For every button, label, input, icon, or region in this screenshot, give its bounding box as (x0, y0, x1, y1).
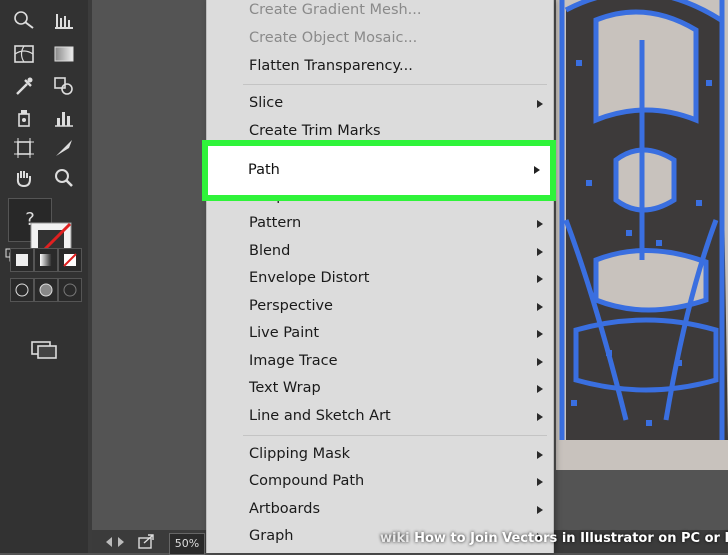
submenu-arrow-icon (537, 303, 543, 311)
menu-item-path[interactable]: Path (202, 140, 556, 201)
menu-item-clipping-mask[interactable]: Clipping Mask (207, 442, 553, 469)
submenu-arrow-icon (537, 413, 543, 421)
menu-item-label: Artboards (249, 501, 320, 517)
submenu-arrow-icon (537, 451, 543, 459)
menu-item-label: Slice (249, 95, 284, 111)
submenu-arrow-icon (537, 248, 543, 256)
submenu-arrow-icon (537, 478, 543, 486)
artboard-nav-icon[interactable] (104, 534, 126, 548)
menu-item-label: Envelope Distort (249, 270, 370, 286)
shape-builder-icon[interactable] (10, 6, 38, 34)
menu-separator (243, 435, 547, 436)
artboard-artwork[interactable] (556, 0, 728, 470)
menu-separator (243, 84, 547, 85)
menu-item-image-trace[interactable]: Image Trace (207, 349, 553, 376)
blend-icon[interactable] (50, 72, 78, 100)
menu-item-label: Compound Path (249, 473, 365, 489)
eyedropper-icon[interactable] (10, 72, 38, 100)
column-graph-icon[interactable] (50, 104, 78, 132)
submenu-arrow-icon (537, 100, 543, 108)
menu-item-label: Blend (249, 243, 291, 259)
artboard-icon[interactable] (10, 134, 38, 162)
color-mode-row (8, 248, 88, 272)
watermark-title: How to Join Vectors in Illustrator on PC… (414, 531, 728, 546)
submenu-arrow-icon (537, 275, 543, 283)
menu-item-blend[interactable]: Blend (207, 239, 553, 266)
draw-mode-row (8, 278, 88, 302)
menu-item-compound-path[interactable]: Compound Path (207, 469, 553, 496)
submenu-arrow-icon (537, 358, 543, 366)
menu-item-label: Text Wrap (249, 380, 321, 396)
watermark: wiki How to Join Vectors in Illustrator … (380, 531, 728, 553)
draw-behind-icon[interactable] (34, 278, 58, 302)
menu-item-pattern[interactable]: Pattern (207, 211, 553, 238)
menu-item-label: Create Gradient Mesh... (249, 2, 422, 18)
menu-item-label: Live Paint (249, 325, 320, 341)
mesh-icon[interactable] (10, 40, 38, 68)
watermark-wiki: wiki (380, 531, 410, 546)
submenu-arrow-icon (534, 166, 540, 174)
menu-item-live-paint[interactable]: Live Paint (207, 321, 553, 348)
menu-item-label: Perspective (249, 298, 333, 314)
menu-item-create-object-mosaic: Create Object Mosaic... (207, 26, 553, 53)
menu-item-label: Line and Sketch Art (249, 408, 391, 424)
menu-item-create-gradient-mesh: Create Gradient Mesh... (207, 0, 553, 25)
zoom-level[interactable]: 50% (169, 533, 205, 555)
menu-item-perspective[interactable]: Perspective (207, 294, 553, 321)
submenu-arrow-icon (537, 506, 543, 514)
object-menu: Create Gradient Mesh... Create Object Mo… (206, 0, 554, 553)
gradient-mode-button[interactable] (34, 248, 58, 272)
slice-icon[interactable] (50, 134, 78, 162)
menu-item-text-wrap[interactable]: Text Wrap (207, 376, 553, 403)
menu-item-label: Graph (249, 528, 294, 544)
screen-mode-icon[interactable] (28, 336, 60, 364)
menu-item-label: Image Trace (249, 353, 338, 369)
chart-icon[interactable] (50, 6, 78, 34)
draw-normal-icon[interactable] (10, 278, 34, 302)
draw-inside-icon[interactable] (58, 278, 82, 302)
menu-item-label: Create Object Mosaic... (249, 30, 418, 46)
gradient-icon[interactable] (50, 40, 78, 68)
menu-item-envelope-distort[interactable]: Envelope Distort (207, 266, 553, 293)
menu-item-label: Path (248, 162, 280, 178)
menu-item-slice[interactable]: Slice (207, 91, 553, 118)
zoom-icon[interactable] (50, 164, 78, 192)
menu-item-line-and-sketch-art[interactable]: Line and Sketch Art (207, 404, 553, 431)
menu-item-label: Clipping Mask (249, 446, 350, 462)
menu-item-label: Create Trim Marks (249, 123, 381, 139)
share-icon[interactable] (138, 533, 156, 549)
menu-item-label: Pattern (249, 215, 302, 231)
color-mode-button[interactable] (10, 248, 34, 272)
submenu-arrow-icon (537, 220, 543, 228)
tools-panel: ? (0, 0, 92, 553)
symbol-sprayer-icon[interactable] (10, 104, 38, 132)
submenu-arrow-icon (537, 385, 543, 393)
submenu-arrow-icon (537, 330, 543, 338)
hand-icon[interactable] (10, 164, 38, 192)
menu-item-artboards[interactable]: Artboards (207, 497, 553, 524)
none-mode-button[interactable] (58, 248, 82, 272)
menu-item-flatten-transparency[interactable]: Flatten Transparency... (207, 54, 553, 81)
menu-item-label: Flatten Transparency... (249, 58, 413, 74)
